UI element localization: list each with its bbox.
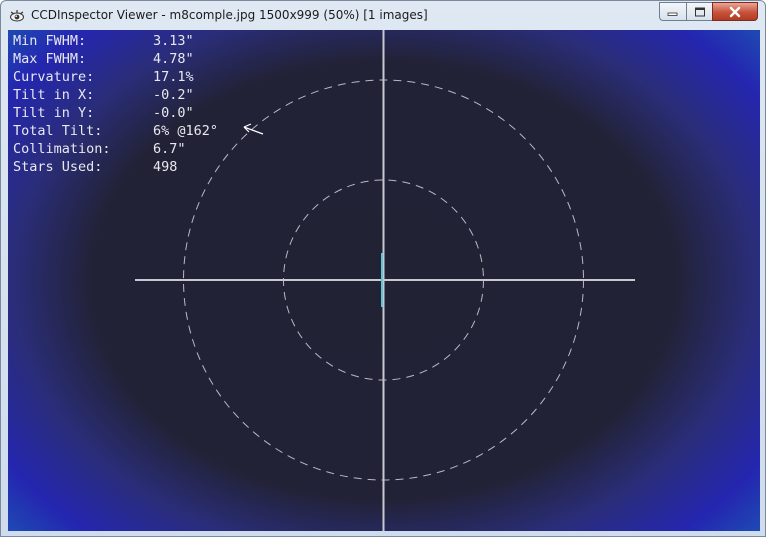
stat-label: Min FWHM: [13, 33, 87, 49]
stat-label: Max FWHM: [13, 51, 87, 67]
stat-tilt-x: Tilt in X: -0.2" [13, 86, 218, 104]
stat-value: 4.78" [153, 51, 194, 67]
stat-label: Stars Used: [13, 159, 103, 175]
stat-label: Tilt in Y: [13, 105, 95, 121]
stat-min-fwhm: Min FWHM: 3.13" [13, 32, 218, 50]
stat-tilt-y: Tilt in Y: -0.0" [13, 104, 218, 122]
maximize-icon [694, 7, 705, 16]
stat-value: -0.0" [153, 105, 194, 121]
minimize-icon [667, 12, 678, 16]
stat-collimation: Collimation: 6.7" [13, 140, 218, 158]
title-bar[interactable]: CCDInspector Viewer - m8comple.jpg 1500x… [1, 1, 765, 31]
stat-curvature: Curvature: 17.1% [13, 68, 218, 86]
window-title: CCDInspector Viewer - m8comple.jpg 1500x… [31, 8, 428, 22]
stat-value: 498 [153, 159, 178, 175]
minimize-button[interactable] [659, 2, 686, 21]
stats-panel: Min FWHM: 3.13" Max FWHM: 4.78" Curvature:… [13, 32, 218, 176]
stat-value: 6.7" [153, 141, 186, 157]
maximize-button[interactable] [686, 2, 712, 21]
close-button[interactable] [712, 2, 758, 21]
stat-label: Tilt in X: [13, 87, 95, 103]
stat-value: -0.2" [153, 87, 194, 103]
stat-label: Curvature: [13, 69, 95, 85]
ccdinspector-eye-icon [10, 10, 24, 22]
stat-stars-used: Stars Used: 498 [13, 158, 218, 176]
close-icon [729, 6, 741, 17]
stat-label: Total Tilt: [13, 123, 103, 139]
stat-value: 6% @162° [153, 123, 219, 139]
stat-total-tilt: Total Tilt: 6% @162° [13, 122, 218, 140]
stat-max-fwhm: Max FWHM: 4.78" [13, 50, 218, 68]
stat-label: Collimation: [13, 141, 111, 157]
stat-value: 3.13" [153, 33, 194, 49]
tilt-arrow-icon [243, 123, 264, 135]
stat-value: 17.1% [153, 69, 194, 85]
tilt-analysis-view[interactable]: Min FWHM: 3.13" Max FWHM: 4.78" Curvature:… [8, 30, 760, 531]
app-window: CCDInspector Viewer - m8comple.jpg 1500x… [0, 0, 766, 537]
